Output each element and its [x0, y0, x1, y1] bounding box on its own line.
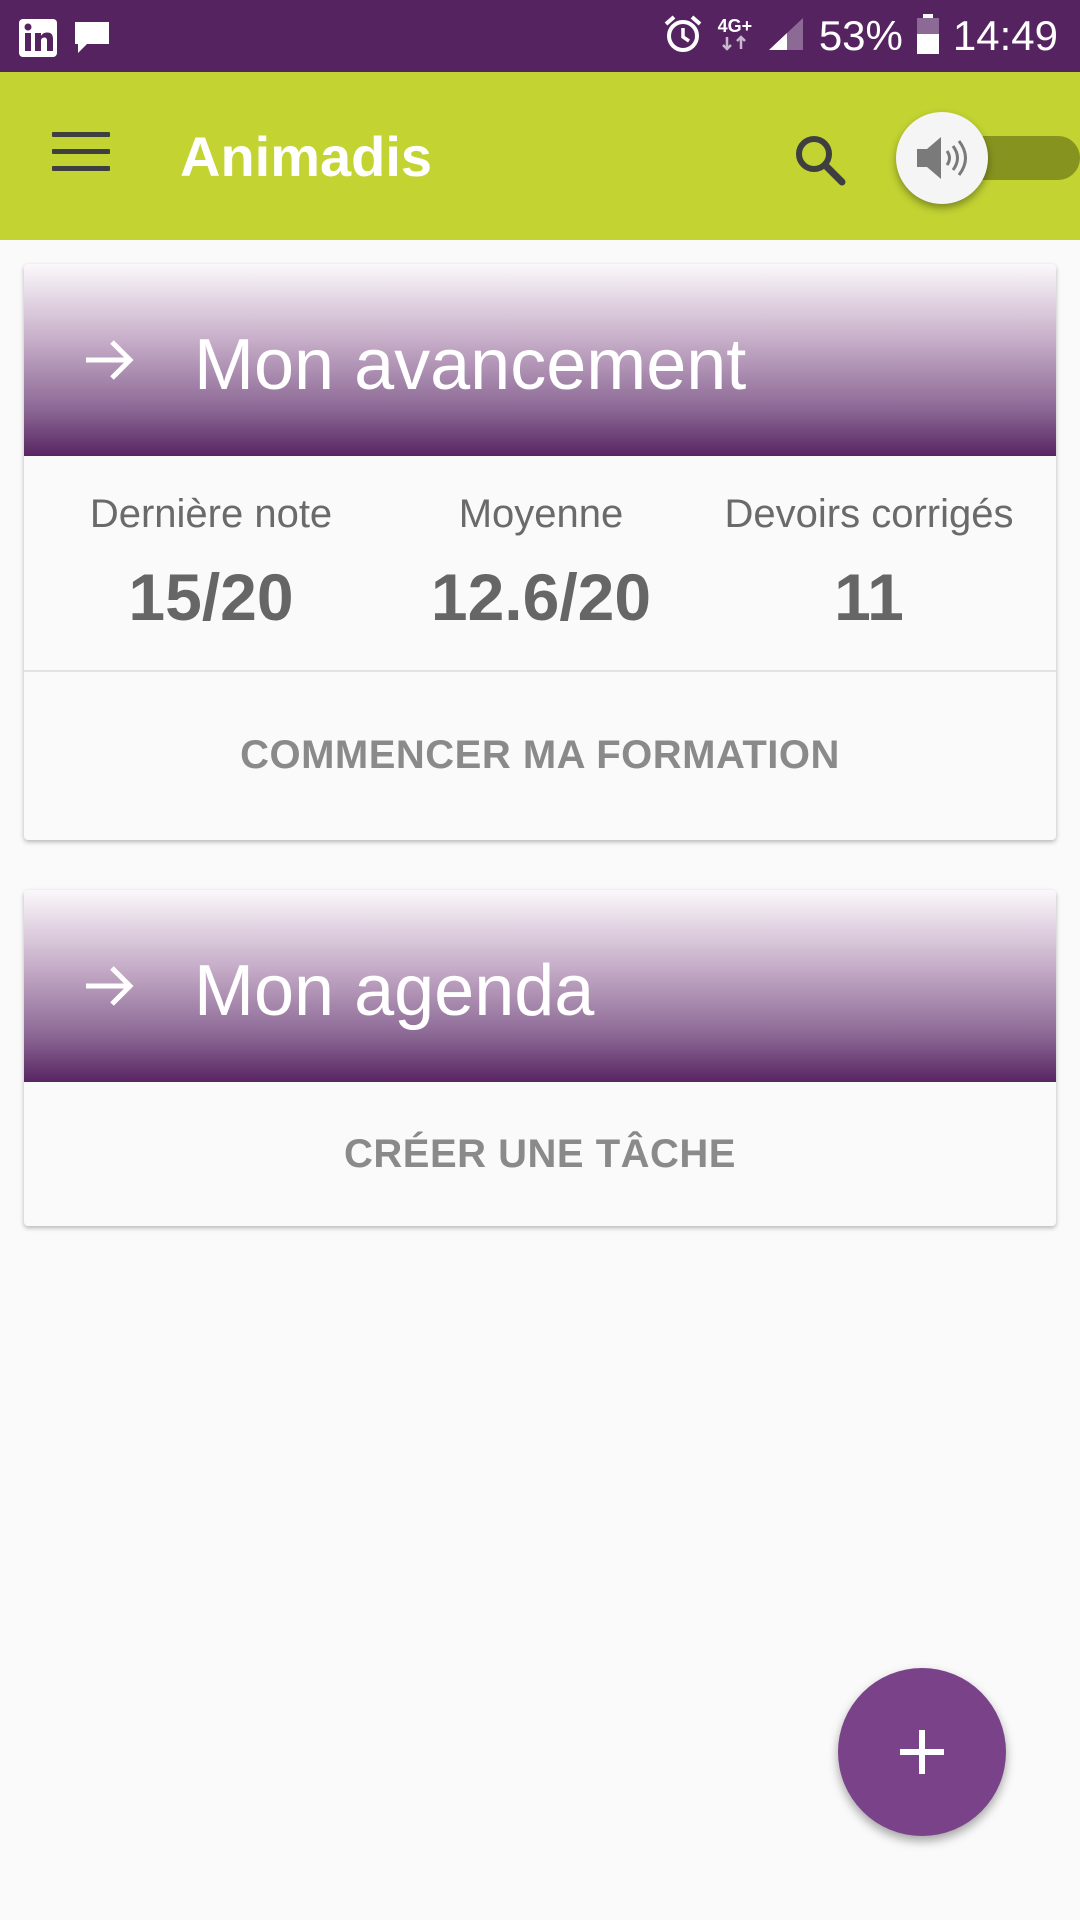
- start-training-button[interactable]: COMMENCER MA FORMATION: [24, 672, 1056, 838]
- stat-value: 12.6/20: [430, 560, 652, 634]
- stat-last-grade: Dernière note 15/20: [46, 492, 376, 635]
- arrow-right-icon: [86, 340, 134, 380]
- search-icon: [796, 136, 846, 186]
- stat-corrected-homework: Devoirs corrigés 11: [704, 492, 1034, 635]
- status-bar-system: 4G+ 53% 14:49: [663, 0, 1058, 72]
- battery-percentage: 53%: [818, 12, 903, 59]
- progress-card: Mon avancement Dernière note 15/20 Moyen…: [24, 264, 1056, 840]
- agenda-card: Mon agenda CRÉER UNE TÂCHE: [24, 890, 1056, 1226]
- progress-card-header[interactable]: Mon avancement: [24, 264, 1056, 456]
- network-icon: 4G+: [717, 17, 753, 56]
- agenda-card-title: Mon agenda: [194, 951, 595, 1031]
- signal-icon: [767, 16, 805, 57]
- toggle-knob: [896, 112, 988, 204]
- search-button[interactable]: [790, 130, 850, 190]
- create-task-button[interactable]: CRÉER UNE TÂCHE: [24, 1082, 1056, 1226]
- arrow-right-icon: [86, 966, 134, 1006]
- sound-toggle[interactable]: [892, 108, 1080, 208]
- stat-value: 11: [834, 560, 904, 634]
- status-bar: 4G+ 53% 14:49: [0, 0, 1080, 72]
- app-bar: Animadis: [0, 72, 1080, 240]
- menu-button[interactable]: [52, 132, 112, 178]
- network-type: 4G+: [717, 15, 753, 36]
- app-title: Animadis: [180, 125, 433, 188]
- message-icon: [72, 18, 112, 63]
- stat-label: Devoirs corrigés: [724, 492, 1014, 536]
- progress-stats: Dernière note 15/20 Moyenne 12.6/20 Devo…: [24, 456, 1056, 672]
- stat-label: Moyenne: [458, 492, 624, 536]
- agenda-card-header[interactable]: Mon agenda: [24, 890, 1056, 1082]
- linkedin-icon: [18, 18, 58, 63]
- add-fab-button[interactable]: [838, 1668, 1006, 1836]
- plus-icon: [900, 1730, 944, 1774]
- stat-label: Dernière note: [89, 492, 333, 536]
- clock: 14:49: [952, 12, 1058, 59]
- alarm-icon: [663, 14, 703, 59]
- speaker-icon: [917, 137, 967, 179]
- menu-icon: [52, 132, 112, 171]
- status-bar-notifications: [18, 18, 112, 63]
- stat-value: 15/20: [128, 560, 294, 634]
- battery-icon: [916, 13, 939, 59]
- screen: 4G+ 53% 14:49 Animadis Mon avancement De…: [0, 0, 1080, 1920]
- stat-average: Moyenne 12.6/20: [376, 492, 706, 635]
- progress-card-title: Mon avancement: [194, 325, 747, 405]
